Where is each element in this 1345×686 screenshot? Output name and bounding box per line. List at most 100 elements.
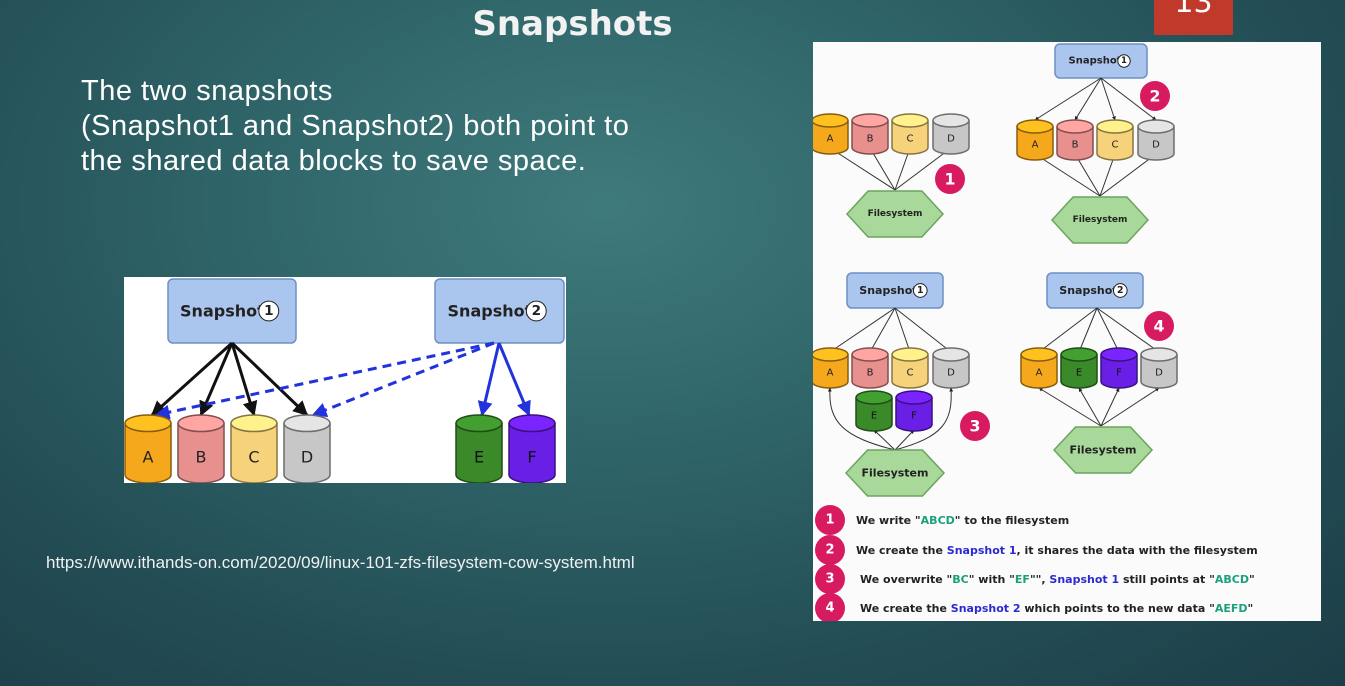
legend-text-part: " with " [969, 573, 1015, 586]
snapshot-number: 2 [532, 303, 541, 319]
block-letter: F [527, 448, 536, 467]
panel2-snapshot: Snapshot 1 [1054, 43, 1148, 79]
block-letter: B [867, 133, 874, 144]
panel2-block-a: A [1016, 119, 1054, 161]
legend-text-part: " to the filesystem [955, 514, 1069, 527]
panel3-block-c: C [891, 347, 929, 389]
panel3-block-d: D [932, 347, 970, 389]
data-block-c: C [230, 414, 278, 483]
legend-text-part: We overwrite " [860, 573, 952, 586]
block-letter: C [907, 133, 914, 144]
panel4-snapshot: Snapshot 2 [1046, 272, 1144, 309]
panel3-new-block-e: E [855, 390, 893, 432]
legend-text-part: Snapshot 1 [1049, 573, 1119, 586]
panel2-snapshot-arrow [1074, 77, 1102, 121]
panel3-filesystem: Filesystem [844, 449, 946, 497]
panel1-block-b: B [851, 113, 889, 155]
snapshot2-arrow [497, 342, 531, 417]
filesystem-label: Filesystem [1073, 215, 1128, 225]
legend-number: 2 [825, 543, 834, 558]
shared-blocks-diagram: Snapshot 1 Snapshot 2 A B C D E F [124, 277, 566, 483]
snapshot-label: Snapshot [1069, 56, 1122, 67]
panel2-block-d: D [1137, 119, 1175, 161]
legend-text-part: ABCD [1215, 573, 1249, 586]
panel4-filesystem-arrow [1038, 387, 1102, 427]
snapshot-2-box: Snapshot 2 [434, 278, 565, 344]
snapshot-label: Snapshot [180, 302, 265, 321]
block-letter: D [1152, 139, 1160, 150]
source-url: https://www.ithands-on.com/2020/09/linux… [46, 553, 635, 572]
panel1-block-d: D [932, 113, 970, 155]
body-line: the shared data blocks to save space. [81, 145, 587, 177]
legend-text-part: "", [1030, 573, 1049, 586]
panel3-snapshot-arrow [869, 307, 896, 353]
panel4-snapshot-arrow [1096, 307, 1120, 353]
panel4-filesystem: Filesystem [1052, 426, 1154, 474]
panel2-filesystem: Filesystem [1050, 196, 1150, 244]
snapshot-number: 1 [917, 285, 924, 296]
panel3-snapshot-arrow [829, 307, 896, 353]
legend-text: We overwrite "BC" with "EF"", Snapshot 1… [860, 573, 1255, 586]
snapshot-label: Snapshot [859, 284, 917, 297]
step-badge-number: 4 [1154, 317, 1165, 336]
panel3-snapshot-arrow [894, 307, 911, 353]
step-badge-number: 1 [945, 170, 956, 189]
block-letter: D [947, 133, 955, 144]
legend-text: We create the Snapshot 2 which points to… [860, 602, 1253, 615]
step-badge-number: 3 [970, 417, 981, 436]
page-number: 13 [1154, 0, 1233, 35]
legend-text-part: BC [952, 573, 968, 586]
legend-number: 3 [825, 572, 834, 587]
legend-item: 3 We overwrite "BC" with "EF"", Snapshot … [815, 564, 1255, 594]
data-block-d: D [283, 414, 331, 483]
legend-text-part: still points at " [1119, 573, 1215, 586]
data-block-f: F [508, 414, 556, 483]
block-letter: F [911, 410, 917, 421]
panel1-block-c: C [891, 113, 929, 155]
snapshot1-arrow [150, 341, 234, 417]
block-letter: A [827, 367, 834, 378]
legend-text-part: which points to the new data " [1021, 602, 1215, 615]
slide-title: Snapshots [472, 4, 673, 44]
step-badge-number: 2 [1150, 87, 1161, 106]
panel1-arrow [829, 147, 896, 191]
legend-text-part: We create the [856, 544, 947, 557]
panel4-block-d: D [1140, 347, 1178, 389]
block-letter: E [474, 448, 484, 467]
panel3-block-a: A [811, 347, 849, 389]
legend-number: 4 [825, 601, 834, 616]
legend-text-part: We write " [856, 514, 921, 527]
step-badge: 2 [1140, 81, 1170, 111]
block-letter: C [1112, 139, 1119, 150]
snapshot2-arrow [477, 342, 501, 417]
legend-text-part: Snapshot 2 [951, 602, 1021, 615]
step-badge: 4 [1144, 311, 1174, 341]
legend-text-part: EF [1015, 573, 1030, 586]
block-letter: F [1116, 367, 1122, 378]
block-letter: A [143, 448, 154, 467]
legend-text-part: We create the [860, 602, 951, 615]
block-letter: A [827, 133, 834, 144]
data-block-e: E [455, 414, 503, 483]
legend-number: 1 [825, 513, 834, 528]
body-text: The two snapshots (Snapshot1 and Snapsho… [81, 74, 741, 179]
snapshot-label: Snapshot [448, 302, 533, 321]
snapshot1-arrow [199, 342, 234, 417]
legend-text-part: ABCD [921, 514, 955, 527]
snapshot-number: 2 [1117, 285, 1124, 296]
block-letter: B [1072, 139, 1079, 150]
legend-text-part: " [1248, 602, 1254, 615]
filesystem-label: Filesystem [868, 209, 923, 219]
legend-item: 4 We create the Snapshot 2 which points t… [815, 593, 1253, 623]
panel4-block-a: A [1020, 347, 1058, 389]
panel4-filesystem-arrow [1078, 387, 1102, 427]
panel3-snapshot-arrow [894, 307, 952, 353]
panel2-filesystem-arrow [1034, 153, 1101, 197]
snapshot-number: 1 [1121, 56, 1127, 66]
snapshot-1-box: Snapshot 1 [167, 278, 297, 344]
snapshot-number: 1 [264, 303, 273, 319]
panel1-filesystem: Filesystem [845, 190, 945, 238]
panel3-block-b: B [851, 347, 889, 389]
legend-text: We write "ABCD" to the filesystem [856, 514, 1069, 527]
panel2-snapshot-arrow [1034, 77, 1102, 121]
